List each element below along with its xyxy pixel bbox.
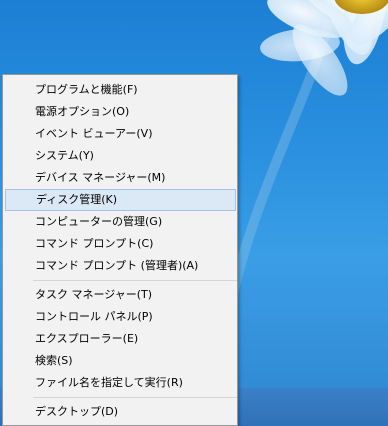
menu-item-desktop[interactable]: デスクトップ(D) bbox=[5, 401, 236, 423]
menu-item-power-options[interactable]: 電源オプション(O) bbox=[5, 101, 236, 123]
menu-item-event-viewer[interactable]: イベント ビューアー(V) bbox=[5, 123, 236, 145]
menu-item-device-manager[interactable]: デバイス マネージャー(M) bbox=[5, 167, 236, 189]
daisy-petals bbox=[260, 0, 388, 96]
menu-item-run[interactable]: ファイル名を指定して実行(R) bbox=[5, 372, 236, 394]
menu-item-task-manager[interactable]: タスク マネージャー(T) bbox=[5, 284, 236, 306]
menu-item-programs-features[interactable]: プログラムと機能(F) bbox=[5, 79, 236, 101]
menu-item-computer-management[interactable]: コンピューターの管理(G) bbox=[5, 211, 236, 233]
menu-item-explorer[interactable]: エクスプローラー(E) bbox=[5, 328, 236, 350]
menu-item-command-prompt-admin[interactable]: コマンド プロンプト (管理者)(A) bbox=[5, 255, 236, 277]
menu-item-system[interactable]: システム(Y) bbox=[5, 145, 236, 167]
menu-separator bbox=[33, 280, 237, 281]
menu-separator bbox=[33, 397, 237, 398]
win-x-context-menu: プログラムと機能(F) 電源オプション(O) イベント ビューアー(V) システ… bbox=[2, 74, 238, 426]
menu-item-command-prompt[interactable]: コマンド プロンプト(C) bbox=[5, 233, 236, 255]
menu-item-search[interactable]: 検索(S) bbox=[5, 350, 236, 372]
menu-item-disk-management[interactable]: ディスク管理(K) bbox=[5, 189, 236, 211]
menu-item-control-panel[interactable]: コントロール パネル(P) bbox=[5, 306, 236, 328]
